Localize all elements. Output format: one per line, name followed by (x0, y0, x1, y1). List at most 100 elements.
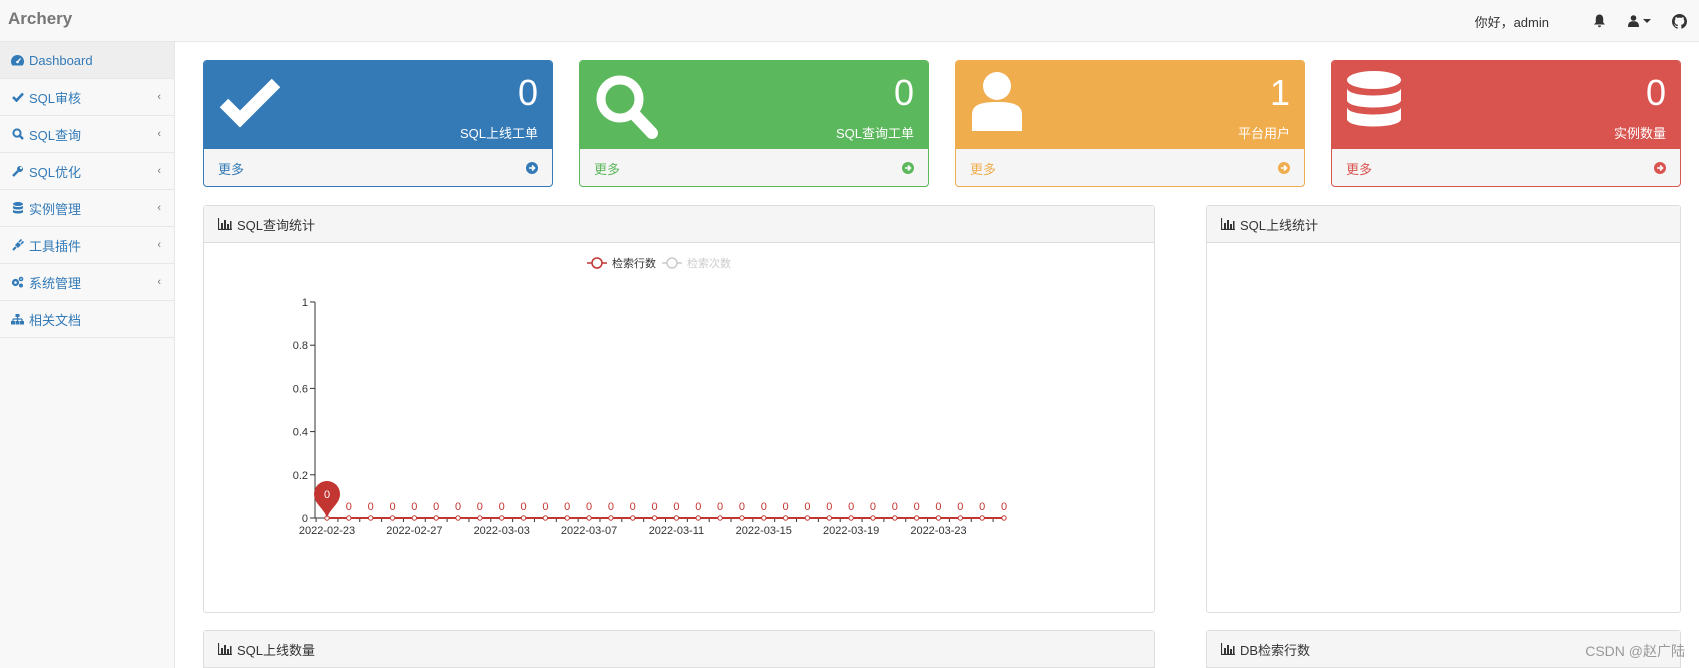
data-label: 0 (739, 501, 745, 513)
card-more-link[interactable]: 更多 (956, 149, 1304, 186)
user-menu-toggle[interactable] (1619, 0, 1659, 42)
github-icon[interactable] (1659, 0, 1699, 42)
card-more-link[interactable]: 更多 (580, 149, 928, 186)
bar-chart-icon (1221, 218, 1235, 230)
data-label: 0 (630, 501, 636, 513)
sidebar-item-tool-plugins[interactable]: 工具插件 ‹ (0, 227, 174, 264)
x-tick-label: 2022-03-23 (910, 525, 966, 537)
data-point (389, 515, 396, 521)
data-point (979, 515, 985, 521)
y-tick-label: 0.2 (293, 470, 308, 482)
data-label: 0 (455, 501, 461, 513)
plug-icon (11, 239, 24, 252)
data-point (433, 515, 439, 521)
x-tick-label: 2022-03-03 (474, 525, 530, 537)
sidebar-item-docs[interactable]: 相关文档 (0, 301, 174, 338)
data-point (346, 515, 352, 521)
panel-sql-deploy-stats: SQL上线统计 (1206, 205, 1681, 613)
data-label: 0 (826, 501, 832, 513)
data-label: 0 (542, 501, 548, 513)
data-point (608, 515, 614, 521)
panel-title: DB检索行数 (1240, 642, 1311, 658)
sidebar: Dashboard SQL审核 ‹ SQL查询 ‹ SQL优化 ‹ 实例管理 ‹… (0, 42, 175, 668)
sidebar-item-label: SQL优化 (29, 164, 82, 180)
legend-marker (591, 257, 603, 269)
data-label: 0 (717, 501, 723, 513)
data-point (630, 515, 636, 521)
data-point (455, 515, 461, 521)
data-point (520, 515, 527, 521)
data-point (651, 515, 658, 521)
data-label: 0 (957, 501, 963, 513)
sidebar-item-label: SQL查询 (29, 127, 82, 143)
max-marker-label: 0 (324, 489, 330, 501)
data-point (542, 515, 549, 521)
panel-title: SQL上线数量 (237, 642, 316, 658)
legend-label: 检索次数 (687, 256, 731, 270)
sidebar-item-instance-management[interactable]: 实例管理 ‹ (0, 190, 174, 227)
card-platform-users: 1 平台用户 更多 (955, 60, 1305, 187)
bell-icon[interactable] (1579, 0, 1619, 42)
card-instance-count: 0 实例数量 更多 (1331, 60, 1681, 187)
data-label: 0 (848, 501, 854, 513)
legend-marker (666, 257, 678, 269)
more-text: 更多 (1346, 161, 1373, 177)
data-label: 0 (652, 501, 658, 513)
bar-chart-icon (218, 218, 232, 230)
panel-sql-deploy-count: SQL上线数量 (203, 630, 1155, 668)
chevron-left-icon: ‹ (157, 165, 161, 177)
card-value: 1 (1269, 72, 1290, 113)
data-point (673, 515, 680, 521)
data-point (761, 515, 767, 521)
sidebar-item-label: 系统管理 (29, 275, 82, 291)
more-text: 更多 (594, 161, 621, 177)
x-tick-label: 2022-03-11 (649, 525, 704, 537)
brand-logo[interactable]: Archery (8, 9, 72, 29)
y-tick-label: 0.8 (293, 340, 308, 352)
data-point (848, 515, 854, 521)
data-label: 0 (935, 501, 941, 513)
card-value: 0 (517, 72, 538, 113)
x-tick-label: 2022-02-27 (386, 525, 442, 537)
arrow-circle-right-icon (1278, 162, 1290, 174)
card-value: 0 (893, 72, 914, 113)
x-tick-label: 2022-03-07 (561, 525, 617, 537)
data-label: 0 (673, 501, 679, 513)
data-point (782, 515, 789, 521)
card-header: 0 SQL上线工单 (204, 61, 552, 149)
data-label: 0 (346, 501, 352, 513)
data-point (870, 515, 876, 521)
sidebar-item-sql-optimize[interactable]: SQL优化 ‹ (0, 153, 174, 190)
chevron-left-icon: ‹ (157, 239, 161, 251)
user-icon (970, 71, 1024, 134)
main-content: 0 SQL上线工单 更多 0 SQL查询工单 更多 1 平台用户 更多 0 实例… (175, 42, 1699, 668)
chevron-left-icon: ‹ (157, 91, 161, 103)
caret-down-icon (1642, 19, 1651, 23)
x-tick-label: 2022-02-23 (299, 525, 355, 537)
database-icon (11, 202, 24, 215)
card-header: 0 实例数量 (1332, 61, 1680, 149)
legend-label: 检索行数 (612, 256, 656, 270)
sidebar-item-dashboard[interactable]: Dashboard (0, 42, 174, 79)
data-label: 0 (520, 501, 526, 513)
data-label: 0 (892, 501, 898, 513)
y-tick-label: 0.4 (293, 427, 308, 439)
card-more-link[interactable]: 更多 (1332, 149, 1680, 186)
data-label: 0 (477, 501, 483, 513)
card-more-link[interactable]: 更多 (204, 149, 552, 186)
x-tick-label: 2022-03-15 (736, 525, 792, 537)
panel-heading: SQL查询统计 (204, 206, 1154, 243)
check-icon (218, 71, 282, 134)
data-point (1001, 515, 1007, 521)
data-label: 0 (389, 501, 395, 513)
card-value: 0 (1645, 72, 1666, 113)
user-greeting: 你好，admin (1474, 14, 1549, 30)
data-label: 0 (783, 501, 789, 513)
sidebar-item-sql-query[interactable]: SQL查询 ‹ (0, 116, 174, 153)
sidebar-item-sql-review[interactable]: SQL审核 ‹ (0, 79, 174, 116)
x-tick-label: 2022-03-19 (823, 525, 879, 537)
data-point (804, 515, 811, 521)
data-label: 0 (695, 501, 701, 513)
sidebar-item-system-management[interactable]: 系统管理 ‹ (0, 264, 174, 301)
data-label: 0 (979, 501, 985, 513)
